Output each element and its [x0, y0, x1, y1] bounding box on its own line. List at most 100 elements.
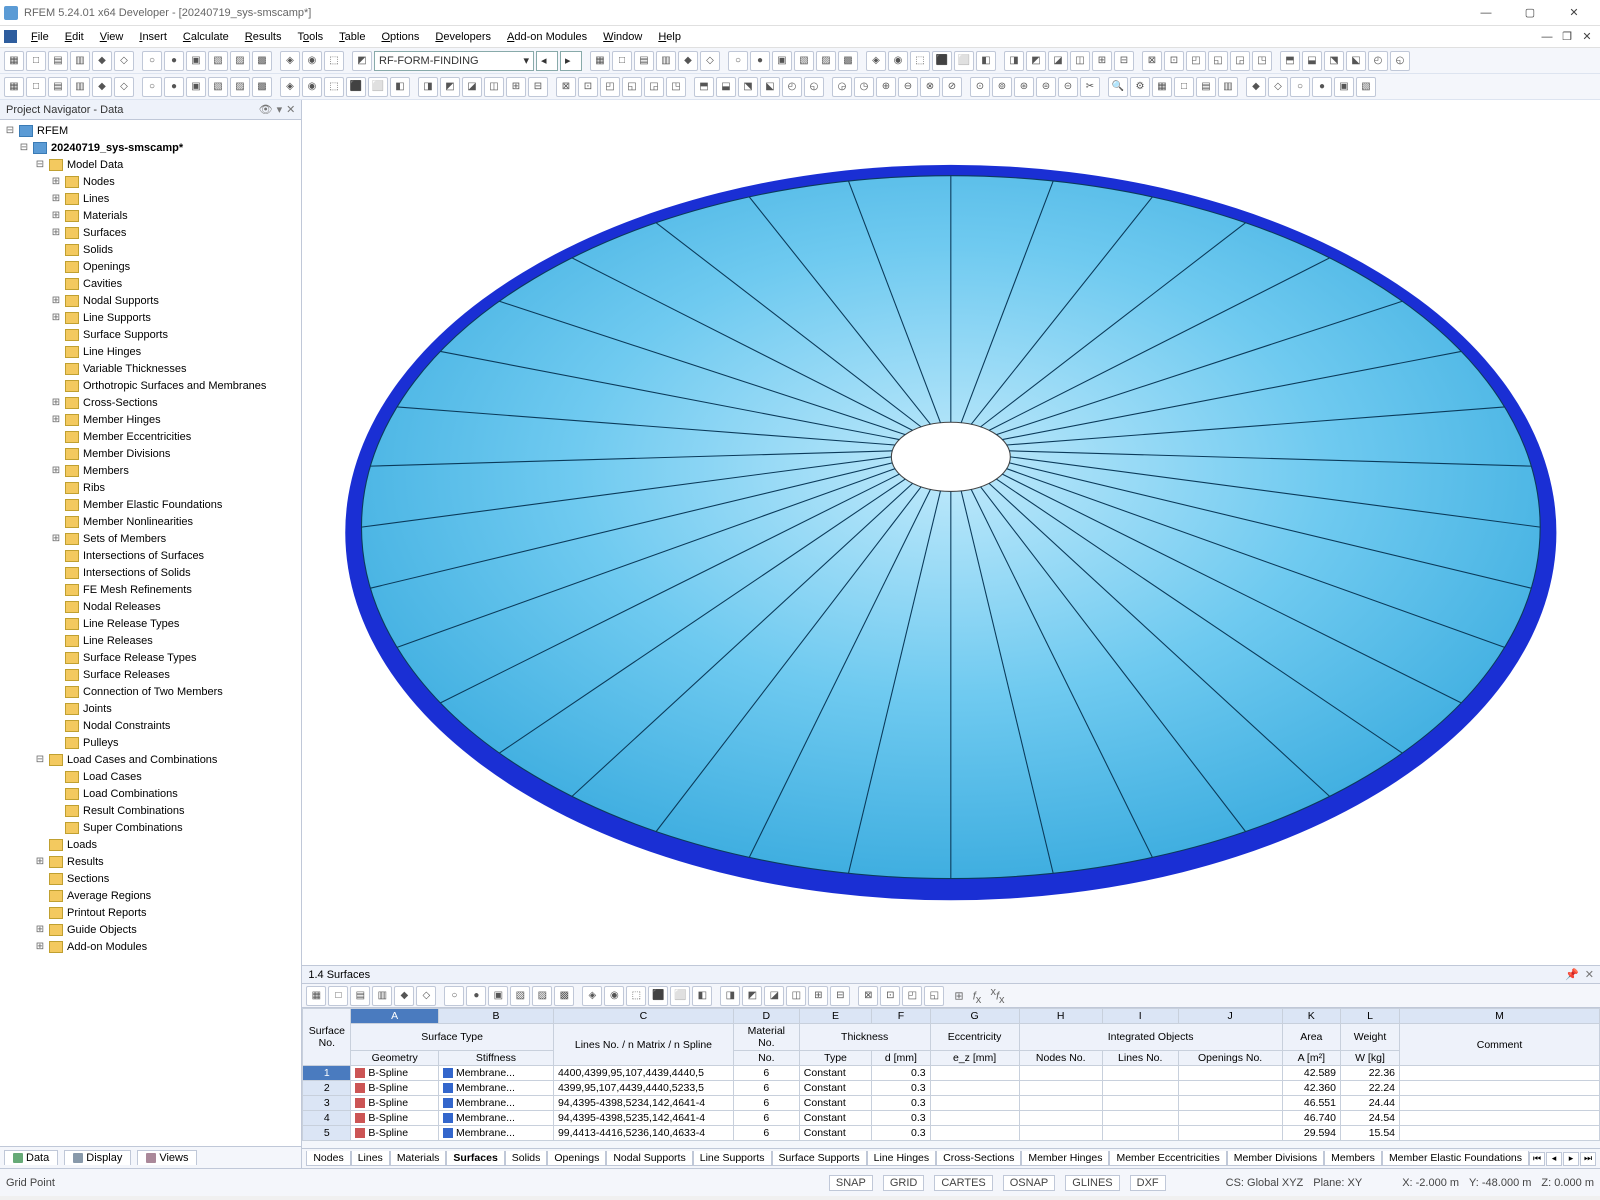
tree-item[interactable]: Member Divisions: [0, 445, 301, 462]
toolbar-button[interactable]: ⊞: [1092, 51, 1112, 71]
toolbar-button[interactable]: ⬓: [716, 77, 736, 97]
model-viewport[interactable]: [302, 100, 1600, 965]
tree-item[interactable]: ⊟20240719_sys-smscamp*: [0, 139, 301, 156]
tree-item[interactable]: ⊞Line Supports: [0, 309, 301, 326]
tree-item[interactable]: ⊞Add-on Modules: [0, 938, 301, 955]
menu-add-on modules[interactable]: Add-on Modules: [499, 29, 595, 45]
bottom-tab[interactable]: Lines: [351, 1151, 390, 1166]
mdi-minimize[interactable]: —: [1538, 30, 1556, 44]
menu-file[interactable]: File: [23, 29, 57, 45]
toolbar-button[interactable]: ◩: [1026, 51, 1046, 71]
menu-options[interactable]: Options: [373, 29, 427, 45]
toolbar-button[interactable]: ◇: [416, 986, 436, 1006]
tree-item[interactable]: Pulleys: [0, 734, 301, 751]
tab-last[interactable]: ⏭: [1580, 1152, 1596, 1166]
toolbar-button[interactable]: ⬒: [1280, 51, 1300, 71]
toolbar-button[interactable]: ○: [444, 986, 464, 1006]
tree-item[interactable]: Solids: [0, 241, 301, 258]
mdi-close[interactable]: ✕: [1578, 30, 1596, 44]
toolbar-button[interactable]: ◴: [782, 77, 802, 97]
toolbar-button[interactable]: ◩: [440, 77, 460, 97]
toolbar-button[interactable]: ⬔: [738, 77, 758, 97]
toolbar-button[interactable]: ◱: [1208, 51, 1228, 71]
toolbar-button[interactable]: ⊗: [920, 77, 940, 97]
toolbar-button[interactable]: ⊛: [1014, 77, 1034, 97]
tab-first[interactable]: ⏮: [1529, 1152, 1545, 1166]
toolbar-button[interactable]: ▥: [70, 51, 90, 71]
toolbar-button[interactable]: ◪: [764, 986, 784, 1006]
toolbar-button[interactable]: ⊠: [1142, 51, 1162, 71]
toolbar-button[interactable]: ▧: [1356, 77, 1376, 97]
toolbar-button[interactable]: ▩: [554, 986, 574, 1006]
toolbar-button[interactable]: ▥: [70, 77, 90, 97]
toolbar-button[interactable]: ◩: [742, 986, 762, 1006]
toolbar-button[interactable]: ◉: [302, 77, 322, 97]
tree-item[interactable]: Nodal Constraints: [0, 717, 301, 734]
bottom-tab[interactable]: Cross-Sections: [936, 1151, 1021, 1166]
toolbar-button[interactable]: ○: [142, 77, 162, 97]
toolbar-button[interactable]: ◉: [302, 51, 322, 71]
toolbar-button[interactable]: ▩: [838, 51, 858, 71]
toolbar-button[interactable]: ▤: [48, 77, 68, 97]
bottom-tab[interactable]: Surface Supports: [772, 1151, 867, 1166]
tree-item[interactable]: ⊞Lines: [0, 190, 301, 207]
toolbar-button[interactable]: ▤: [350, 986, 370, 1006]
toolbar-button[interactable]: ◨: [418, 77, 438, 97]
tree-item[interactable]: ⊟RFEM: [0, 122, 301, 139]
tree-item[interactable]: Member Eccentricities: [0, 428, 301, 445]
toolbar-button[interactable]: ⊕: [876, 77, 896, 97]
tab-prev[interactable]: ◂: [1546, 1152, 1562, 1166]
toolbar-button[interactable]: ⊜: [1036, 77, 1056, 97]
toolbar-button[interactable]: ⊖: [898, 77, 918, 97]
toolbar-button[interactable]: ⬚: [626, 986, 646, 1006]
toolbar-button[interactable]: ▨: [816, 51, 836, 71]
table-row[interactable]: 4B-SplineMembrane...94,4395-4398,5235,14…: [303, 1111, 1600, 1126]
tree-item[interactable]: Surface Releases: [0, 666, 301, 683]
toolbar-button[interactable]: ⬓: [1302, 51, 1322, 71]
tree-item[interactable]: Member Elastic Foundations: [0, 496, 301, 513]
toolbar-button[interactable]: ▨: [230, 77, 250, 97]
toolbar-button[interactable]: ◆: [394, 986, 414, 1006]
table-row[interactable]: 3B-SplineMembrane...94,4395-4398,5234,14…: [303, 1096, 1600, 1111]
toolbar-button[interactable]: ▩: [252, 51, 272, 71]
tree-item[interactable]: Loads: [0, 836, 301, 853]
status-snap[interactable]: SNAP: [829, 1175, 873, 1191]
combo-prev[interactable]: ◂: [536, 51, 558, 71]
toolbar-button[interactable]: ▤: [634, 51, 654, 71]
tree-item[interactable]: ⊟Model Data: [0, 156, 301, 173]
tree-item[interactable]: FE Mesh Refinements: [0, 581, 301, 598]
table-row[interactable]: 1B-SplineMembrane...4400,4399,95,107,443…: [303, 1066, 1600, 1081]
toolbar-button[interactable]: ◵: [1390, 51, 1410, 71]
status-osnap[interactable]: OSNAP: [1003, 1175, 1056, 1191]
toolbar-button[interactable]: ●: [750, 51, 770, 71]
toolbar-button[interactable]: ▧: [208, 77, 228, 97]
menu-results[interactable]: Results: [237, 29, 290, 45]
status-dxf[interactable]: DXF: [1130, 1175, 1166, 1191]
toolbar-button[interactable]: ◇: [114, 77, 134, 97]
toolbar-button[interactable]: ▤: [1196, 77, 1216, 97]
toolbar-button[interactable]: □: [26, 77, 46, 97]
nav-tab-display[interactable]: Display: [64, 1150, 131, 1165]
toolbar-button[interactable]: ◫: [484, 77, 504, 97]
tree-item[interactable]: ⊟Load Cases and Combinations: [0, 751, 301, 768]
toolbar-button[interactable]: ▣: [772, 51, 792, 71]
toolbar-button[interactable]: ◰: [902, 986, 922, 1006]
toolbar-button[interactable]: ◉: [888, 51, 908, 71]
toolbar-button[interactable]: ⬛: [648, 986, 668, 1006]
toolbar-button[interactable]: ▦: [306, 986, 326, 1006]
toolbar-button[interactable]: ⬔: [1324, 51, 1344, 71]
tree-item[interactable]: Load Cases: [0, 768, 301, 785]
toolbar-button[interactable]: ◧: [976, 51, 996, 71]
toolbar-button[interactable]: ✂: [1080, 77, 1100, 97]
nav-pin-icon[interactable]: 👁: [259, 103, 273, 116]
toolbar-button[interactable]: ⬜: [954, 51, 974, 71]
menu-edit[interactable]: Edit: [57, 29, 92, 45]
toolbar-button[interactable]: ◧: [692, 986, 712, 1006]
tree-item[interactable]: Intersections of Solids: [0, 564, 301, 581]
toolbar-button[interactable]: ◶: [832, 77, 852, 97]
tree-item[interactable]: ⊞Nodal Supports: [0, 292, 301, 309]
tree-item[interactable]: ⊞Surfaces: [0, 224, 301, 241]
toolbar-button[interactable]: □: [328, 986, 348, 1006]
toolbar-button[interactable]: ▥: [372, 986, 392, 1006]
bottom-tab[interactable]: Materials: [390, 1151, 447, 1166]
